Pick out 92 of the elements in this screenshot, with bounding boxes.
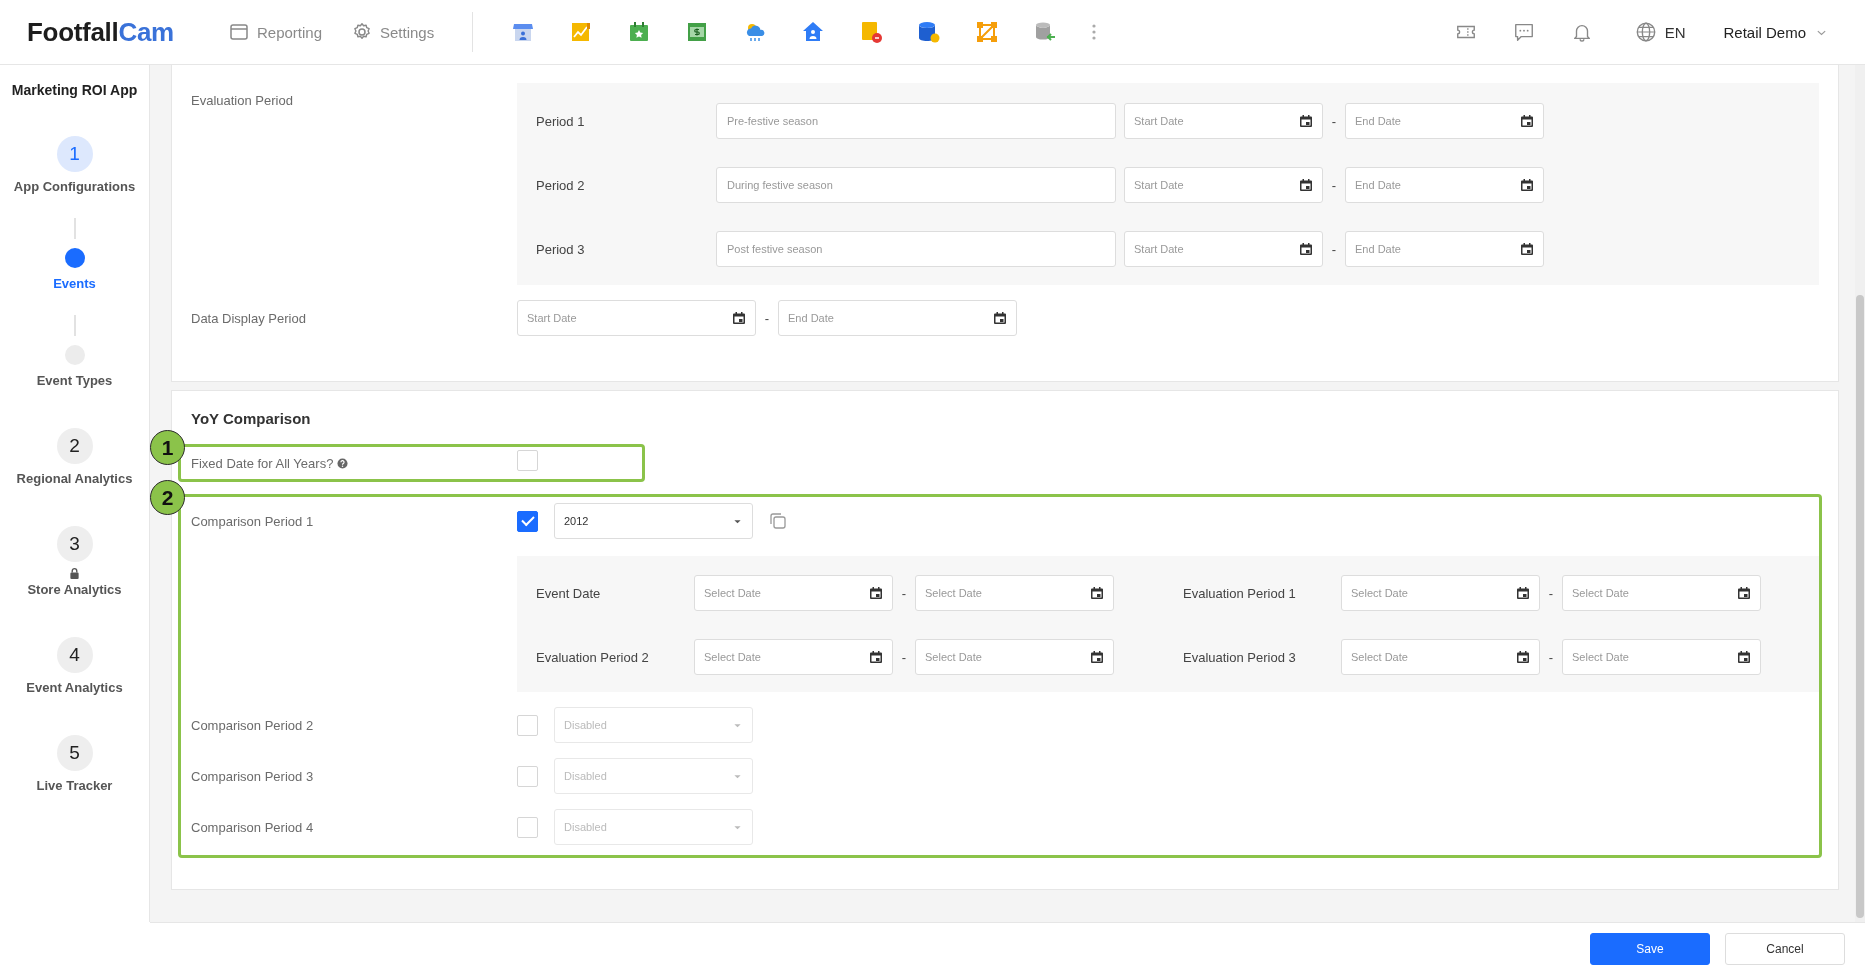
period-label: Evaluation Period 1 <box>1183 585 1297 601</box>
calendar-icon <box>993 311 1007 325</box>
date-field[interactable]: Select Date <box>1341 639 1540 675</box>
calendar-icon <box>1520 242 1534 256</box>
date-field[interactable]: Start Date <box>1124 103 1323 139</box>
range-separator: - <box>763 310 771 326</box>
step-number[interactable]: 4 <box>56 637 93 673</box>
globe-icon[interactable] <box>1634 21 1657 43</box>
date-field[interactable]: Start Date <box>517 300 756 336</box>
period-name-field[interactable]: Post festive season <box>716 231 1116 267</box>
calendar-icon <box>869 650 883 664</box>
period-name-field[interactable]: During festive season <box>716 167 1116 203</box>
checkbox[interactable] <box>517 510 538 532</box>
range-separator: - <box>1330 241 1338 257</box>
date-field[interactable]: Select Date <box>694 639 893 675</box>
chat-icon[interactable] <box>1512 21 1535 43</box>
field-label: Comparison Period 3 <box>191 768 315 784</box>
range-separator: - <box>900 585 908 601</box>
step-label[interactable]: Store Analytics <box>27 580 122 599</box>
nav-link[interactable]: Settings <box>352 22 435 42</box>
field-label: Comparison Period 1 <box>191 513 315 529</box>
step-label[interactable]: Regional Analytics <box>16 469 133 488</box>
cancel-button[interactable]: Cancel <box>1725 932 1845 965</box>
save-button[interactable]: Save <box>1590 932 1710 965</box>
diagram-icon[interactable] <box>975 20 1000 44</box>
calendar-icon <box>1090 650 1104 664</box>
date-field[interactable]: Select Date <box>694 575 893 611</box>
calendar-icon <box>1299 242 1313 256</box>
range-separator: - <box>900 649 908 665</box>
period-label: Evaluation Period 3 <box>1183 649 1297 665</box>
date-field[interactable]: End Date <box>1345 231 1544 267</box>
field-label: Evaluation Period <box>191 92 294 110</box>
step-dot[interactable] <box>64 248 85 268</box>
step-number[interactable]: 1 <box>56 136 93 172</box>
year-dropdown[interactable]: 2012 <box>554 503 753 539</box>
section-title: YoY Comparison <box>191 409 312 429</box>
date-field[interactable]: Start Date <box>1124 167 1323 203</box>
app-title: Marketing ROI App <box>11 82 138 98</box>
period-label: Event Date <box>536 585 602 601</box>
range-separator: - <box>1547 585 1555 601</box>
step-label[interactable]: Live Tracker <box>36 776 113 795</box>
step-number[interactable]: 2 <box>56 428 93 464</box>
calendar-icon <box>1516 586 1530 600</box>
range-separator: - <box>1330 113 1338 129</box>
scrollbar[interactable] <box>1855 65 1865 922</box>
period-name-field[interactable]: Pre-festive season <box>716 103 1116 139</box>
date-field[interactable]: End Date <box>1345 167 1544 203</box>
more-menu-icon[interactable] <box>1091 22 1098 42</box>
calendar-icon <box>1737 586 1751 600</box>
help-icon[interactable] <box>337 457 349 469</box>
field-label: Comparison Period 2 <box>191 717 315 733</box>
field-label: Comparison Period 4 <box>191 819 315 835</box>
date-field[interactable]: End Date <box>778 300 1017 336</box>
date-field[interactable]: Select Date <box>1562 639 1761 675</box>
copy-icon[interactable] <box>768 511 788 531</box>
calendar-icon <box>1299 114 1313 128</box>
annotation-badge: 2 <box>150 480 185 515</box>
date-field[interactable]: Select Date <box>1562 575 1761 611</box>
calendar-icon <box>1299 178 1313 192</box>
period-label: Period 2 <box>536 177 586 193</box>
period-label: Period 3 <box>536 241 586 257</box>
calendar-icon <box>1737 650 1751 664</box>
field-label: Fixed Date for All Years? <box>191 455 517 471</box>
step-number[interactable]: 5 <box>56 735 93 771</box>
calendar-icon <box>869 586 883 600</box>
calendar-icon <box>732 311 746 325</box>
step-label[interactable]: Event Analytics <box>26 678 123 697</box>
settings-icon[interactable] <box>352 22 372 42</box>
language-selector[interactable]: EN <box>1634 21 1686 43</box>
field-label: Data Display Period <box>191 310 307 326</box>
period-label: Period 1 <box>536 113 586 129</box>
step-number[interactable]: 3 <box>56 526 93 562</box>
date-field[interactable]: Select Date <box>915 575 1114 611</box>
period-label: Evaluation Period 2 <box>536 649 650 665</box>
window-icon[interactable] <box>228 22 249 42</box>
date-field[interactable]: Select Date <box>915 639 1114 675</box>
step-label[interactable]: Events <box>53 274 96 293</box>
date-field[interactable]: Select Date <box>1341 575 1540 611</box>
database-icon[interactable] <box>917 20 942 44</box>
step-label[interactable]: Event Types <box>36 371 113 390</box>
calendar-icon <box>1520 178 1534 192</box>
step-label[interactable]: App Configurations <box>13 177 136 196</box>
account-menu[interactable]: Retail Demo <box>1723 23 1827 41</box>
range-separator: - <box>1547 649 1555 665</box>
annotation-badge: 1 <box>150 430 185 465</box>
date-field[interactable]: Start Date <box>1124 231 1323 267</box>
calendar-icon <box>1090 586 1104 600</box>
range-separator: - <box>1330 177 1338 193</box>
date-field[interactable]: End Date <box>1345 103 1544 139</box>
calendar-icon <box>1520 114 1534 128</box>
logo[interactable]: FootfallCam <box>27 16 174 48</box>
calendar-icon <box>1516 650 1530 664</box>
